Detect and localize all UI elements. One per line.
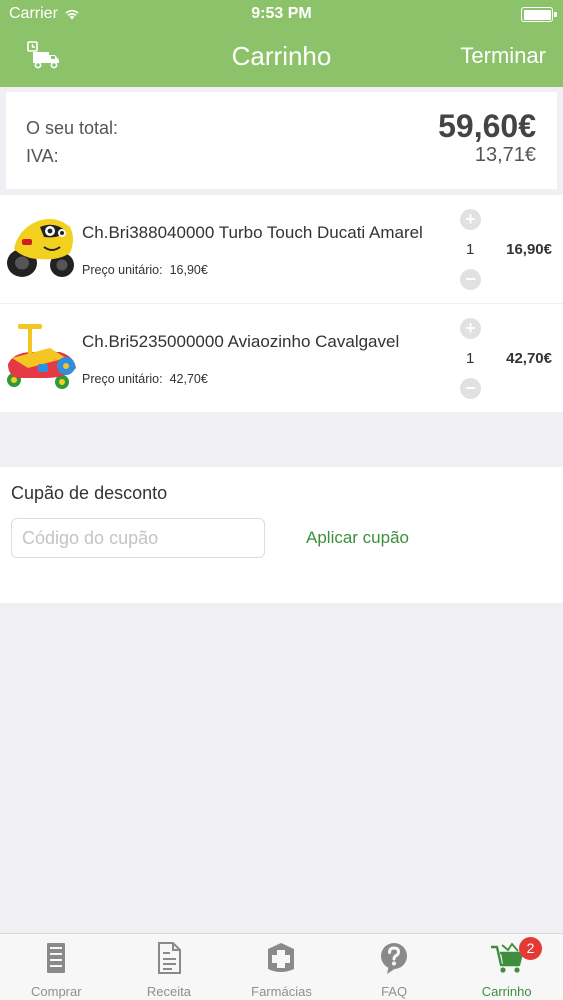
tab-receita[interactable]: Receita [113,934,226,1000]
cart-count-badge: 2 [519,937,542,960]
unit-price-label: Preço unitário: [82,372,163,386]
coupon-heading: Cupão de desconto [11,483,168,503]
status-time: 9:53 PM [251,5,312,22]
total-value: 59,60€ [438,108,536,144]
question-bubble-icon [381,943,408,974]
tab-label: FAQ [381,984,408,999]
product-name: Ch.Bri5235000000 Aviaozinho Cavalgavel [82,332,400,351]
tab-bar: Comprar Receita Farmácias FAQ Carrinho [0,933,563,1000]
apply-coupon-button[interactable]: Aplicar cupão [306,528,409,548]
tab-label: Comprar [31,984,82,999]
item-quantity: 1 [466,350,475,367]
tab-farmacias[interactable]: Farmácias [225,934,338,1000]
unit-price: Preço unitário: 16,90€ [82,263,208,277]
product-image-motorbike [7,219,74,277]
product-name: Ch.Bri388040000 Turbo Touch Ducati Amare… [82,223,423,242]
finish-button[interactable]: Terminar [460,43,546,69]
decrease-quantity-button[interactable]: − [460,269,481,290]
unit-price-label: Preço unitário: [82,263,163,277]
cart-item: Ch.Bri388040000 Turbo Touch Ducati Amare… [0,195,563,303]
line-total: 16,90€ [506,241,552,258]
iva-value: 13,71€ [474,144,536,166]
prescription-document-icon [157,942,181,974]
tab-carrinho[interactable]: Carrinho [450,934,563,1000]
product-image-airplane [7,324,76,389]
unit-price-value: 42,70€ [169,372,208,386]
decrease-quantity-button[interactable]: − [460,378,481,399]
unit-price-value: 16,90€ [169,263,208,277]
nav-bar: Carrinho Terminar [0,30,563,87]
total-label: O seu total: [26,118,119,138]
coupon-section: Cupão de desconto Aplicar cupão [0,467,563,603]
tab-comprar[interactable]: Comprar [0,934,113,1000]
line-total: 42,70€ [506,350,552,367]
unit-price: Preço unitário: 42,70€ [82,372,208,386]
cart-item: Ch.Bri5235000000 Aviaozinho Cavalgavel P… [0,304,563,412]
status-bar: Carrier 9:53 PM [0,0,563,30]
battery-icon [521,7,557,22]
increase-quantity-button[interactable]: + [460,209,481,230]
pharmacy-cross-icon [268,943,295,972]
tab-label: Carrinho [481,984,532,999]
tab-label: Farmácias [251,984,312,999]
shop-shelf-icon [47,943,66,973]
iva-label: IVA: [26,146,59,166]
coupon-code-input[interactable] [11,518,265,558]
item-quantity: 1 [466,241,475,258]
tab-faq[interactable]: FAQ [338,934,451,1000]
tab-label: Receita [146,984,191,999]
increase-quantity-button[interactable]: + [460,318,481,339]
order-summary-card: O seu total: 59,60€ IVA: 13,71€ [6,92,557,189]
